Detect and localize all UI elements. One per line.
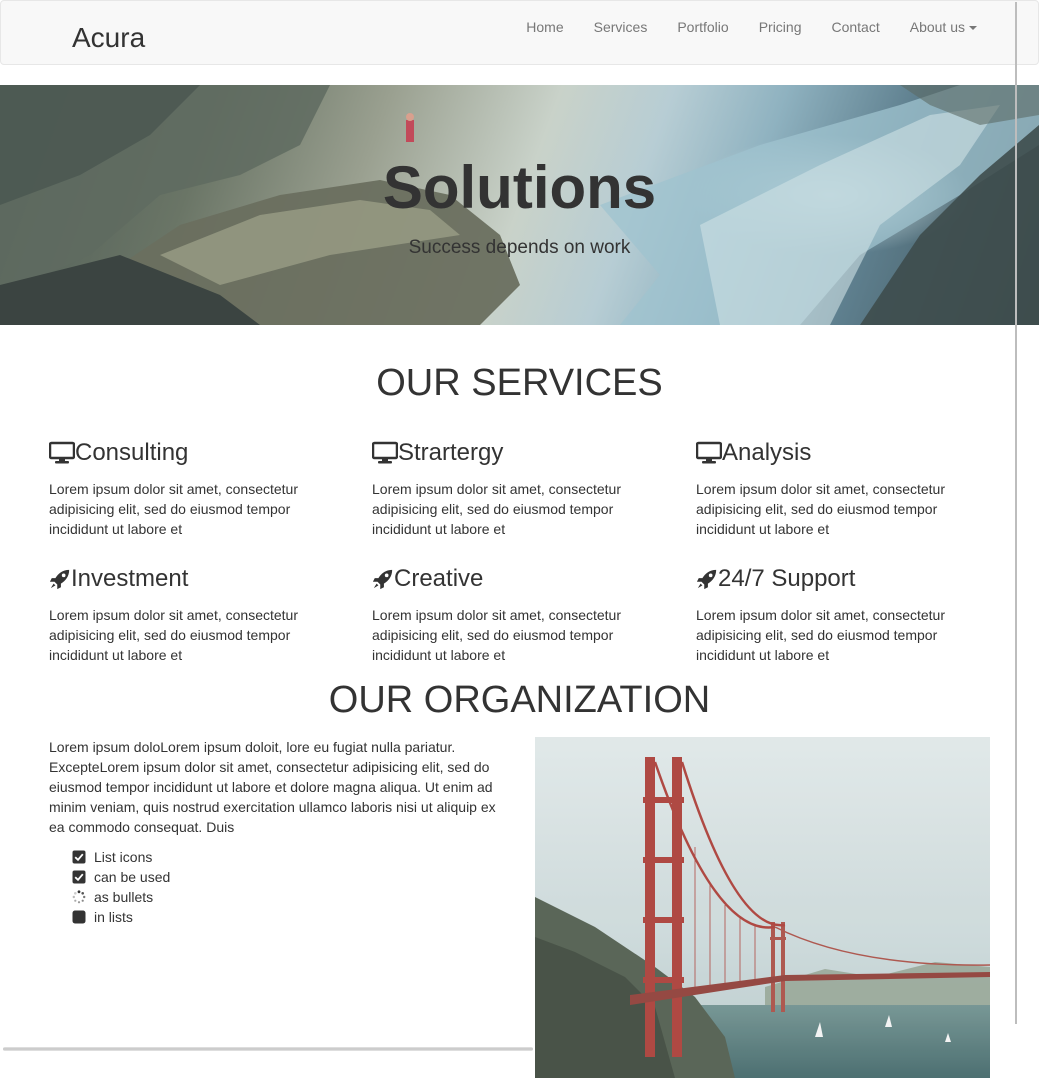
service-description: Lorem ipsum dolor sit amet, consectetur …: [372, 481, 621, 537]
desktop-icon: [696, 441, 722, 464]
rocket-icon: [49, 569, 70, 590]
list-item-label: List icons: [94, 849, 153, 865]
hero-title: Solutions: [382, 154, 657, 221]
list-item-label: can be used: [94, 869, 171, 885]
service-description: Lorem ipsum dolor sit amet, consectetur …: [696, 481, 945, 537]
caret-down-icon: [969, 26, 977, 31]
scrollbar[interactable]: [1015, 2, 1017, 1024]
square-icon: [72, 910, 86, 924]
service-title: Consulting: [75, 439, 189, 466]
services-heading: OUR SERVICES: [376, 362, 663, 404]
service-description: Lorem ipsum dolor sit amet, consectetur …: [696, 607, 945, 663]
organization-heading: OUR ORGANIZATION: [328, 679, 711, 721]
horizontal-scrollbar[interactable]: [3, 1047, 533, 1051]
brand-logo[interactable]: Acura: [72, 21, 145, 55]
navbar: Acura Home Services Portfolio Pricing Co…: [0, 0, 1039, 65]
icon-list: List icons can be used as bullets in lis…: [72, 847, 170, 927]
list-item-label: as bullets: [94, 889, 154, 905]
check-square-icon: [72, 850, 86, 864]
list-item: can be used: [72, 867, 170, 887]
check-square-icon: [72, 870, 86, 884]
nav-about-dropdown[interactable]: About us: [895, 1, 992, 53]
service-title: Investment: [71, 565, 189, 592]
list-item: in lists: [72, 907, 170, 927]
hero-subtitle: Success depends on work: [408, 237, 631, 258]
desktop-icon: [372, 441, 398, 464]
service-card-support: 24/7 Support Lorem ipsum dolor sit amet,…: [696, 564, 976, 665]
service-card-investment: Investment Lorem ipsum dolor sit amet, c…: [49, 564, 329, 665]
service-title: 24/7 Support: [718, 565, 856, 592]
rocket-icon: [372, 569, 393, 590]
service-title: Analysis: [722, 439, 812, 466]
rocket-icon: [696, 569, 717, 590]
service-card-creative: Creative Lorem ipsum dolor sit amet, con…: [372, 564, 652, 665]
nav-portfolio-link[interactable]: Portfolio: [662, 1, 743, 53]
service-description: Lorem ipsum dolor sit amet, consectetur …: [49, 481, 298, 537]
service-title: Creative: [394, 565, 484, 592]
desktop-icon: [49, 441, 75, 464]
service-card-strategy: Strartergy Lorem ipsum dolor sit amet, c…: [372, 438, 652, 539]
golden-gate-bridge-image: [535, 737, 990, 1078]
service-title: Strartergy: [398, 439, 504, 466]
service-description: Lorem ipsum dolor sit amet, consectetur …: [372, 607, 621, 663]
list-item: as bullets: [72, 887, 170, 907]
nav-contact-link[interactable]: Contact: [816, 1, 894, 53]
nav-pricing-link[interactable]: Pricing: [744, 1, 817, 53]
nav-links: Home Services Portfolio Pricing Contact …: [511, 1, 992, 53]
service-description: Lorem ipsum dolor sit amet, consectetur …: [49, 607, 298, 663]
hero-banner: Solutions Success depends on work: [0, 85, 1039, 325]
organization-photo: [535, 737, 990, 1078]
spinner-icon: [72, 890, 86, 904]
nav-home-link[interactable]: Home: [511, 1, 578, 53]
service-card-analysis: Analysis Lorem ipsum dolor sit amet, con…: [696, 438, 976, 539]
nav-about-label: About us: [909, 19, 965, 35]
list-item-label: in lists: [94, 909, 133, 925]
service-card-consulting: Consulting Lorem ipsum dolor sit amet, c…: [49, 438, 329, 539]
organization-paragraph: Lorem ipsum doloLorem ipsum doloit, lore…: [49, 739, 496, 835]
nav-services-link[interactable]: Services: [579, 1, 663, 53]
list-item: List icons: [72, 847, 170, 867]
